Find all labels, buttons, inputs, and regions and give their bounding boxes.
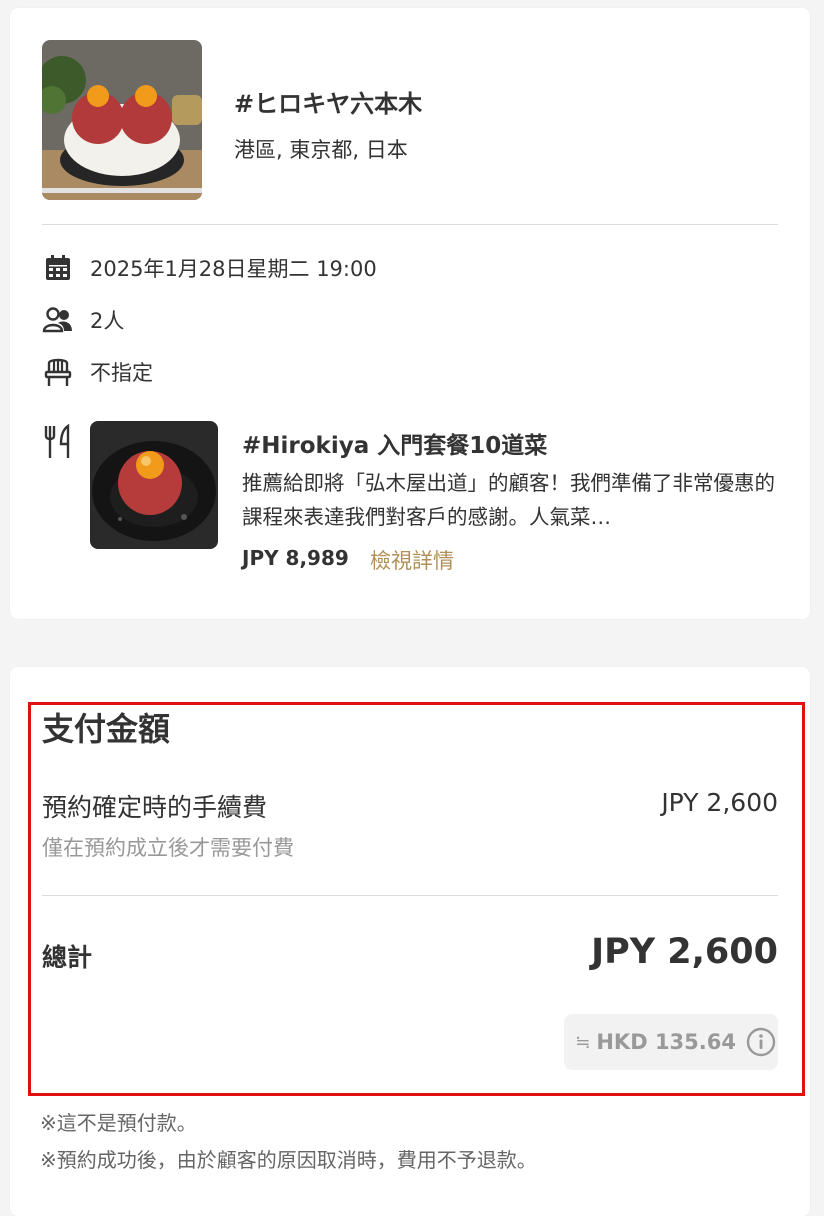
calendar-icon: [42, 252, 74, 284]
info-icon[interactable]: [746, 1027, 776, 1057]
fee-value: JPY 2,600: [661, 788, 778, 817]
reservation-summary-card: #ヒロキヤ六本木 港區, 東京都, 日本 2025年1月28日星期二 19:00: [10, 8, 810, 619]
reservation-datetime: 2025年1月28日星期二 19:00: [90, 257, 377, 281]
fork-knife-icon: [42, 423, 74, 460]
course-price: JPY 8,989: [242, 546, 349, 570]
restaurant-name: #ヒロキヤ六本木: [234, 90, 423, 118]
course-title: #Hirokiya 入門套餐10道菜: [242, 433, 548, 459]
total-label: 總計: [42, 943, 93, 972]
approx-symbol: ≒: [575, 1031, 591, 1053]
reservation-date-row: 2025年1月28日星期二 19:00: [42, 252, 377, 284]
party-size-row: 2人: [42, 304, 124, 336]
total-value: JPY 2,600: [591, 932, 778, 972]
chair-icon: [42, 356, 74, 388]
currency-conversion-badge[interactable]: ≒ HKD 135.64: [564, 1014, 778, 1070]
party-size: 2人: [90, 309, 125, 333]
course-description: 推薦給即將「弘木屋出道」的顧客！我們準備了非常優惠的課程來表達我們對客戶的感謝。…: [242, 471, 775, 529]
fee-note: 僅在預約成立後才需要付費: [42, 836, 294, 860]
divider: [42, 224, 778, 225]
restaurant-location: 港區, 東京都, 日本: [234, 138, 408, 162]
seat-row: 不指定: [42, 356, 153, 388]
note-not-prepayment: ※這不是預付款。: [40, 1111, 197, 1135]
course-photo[interactable]: [90, 421, 218, 549]
payment-divider: [42, 895, 778, 896]
view-details-link[interactable]: 檢視詳情: [370, 545, 454, 575]
payment-title: 支付金額: [42, 710, 171, 748]
converted-amount: HKD 135.64: [596, 1030, 736, 1054]
fee-label: 預約確定時的手續費: [42, 793, 268, 822]
restaurant-photo: [42, 40, 202, 200]
seat-preference: 不指定: [90, 361, 153, 385]
note-no-refund: ※預約成功後，由於顧客的原因取消時，費用不予退款。: [40, 1148, 537, 1172]
people-icon: [42, 304, 74, 336]
